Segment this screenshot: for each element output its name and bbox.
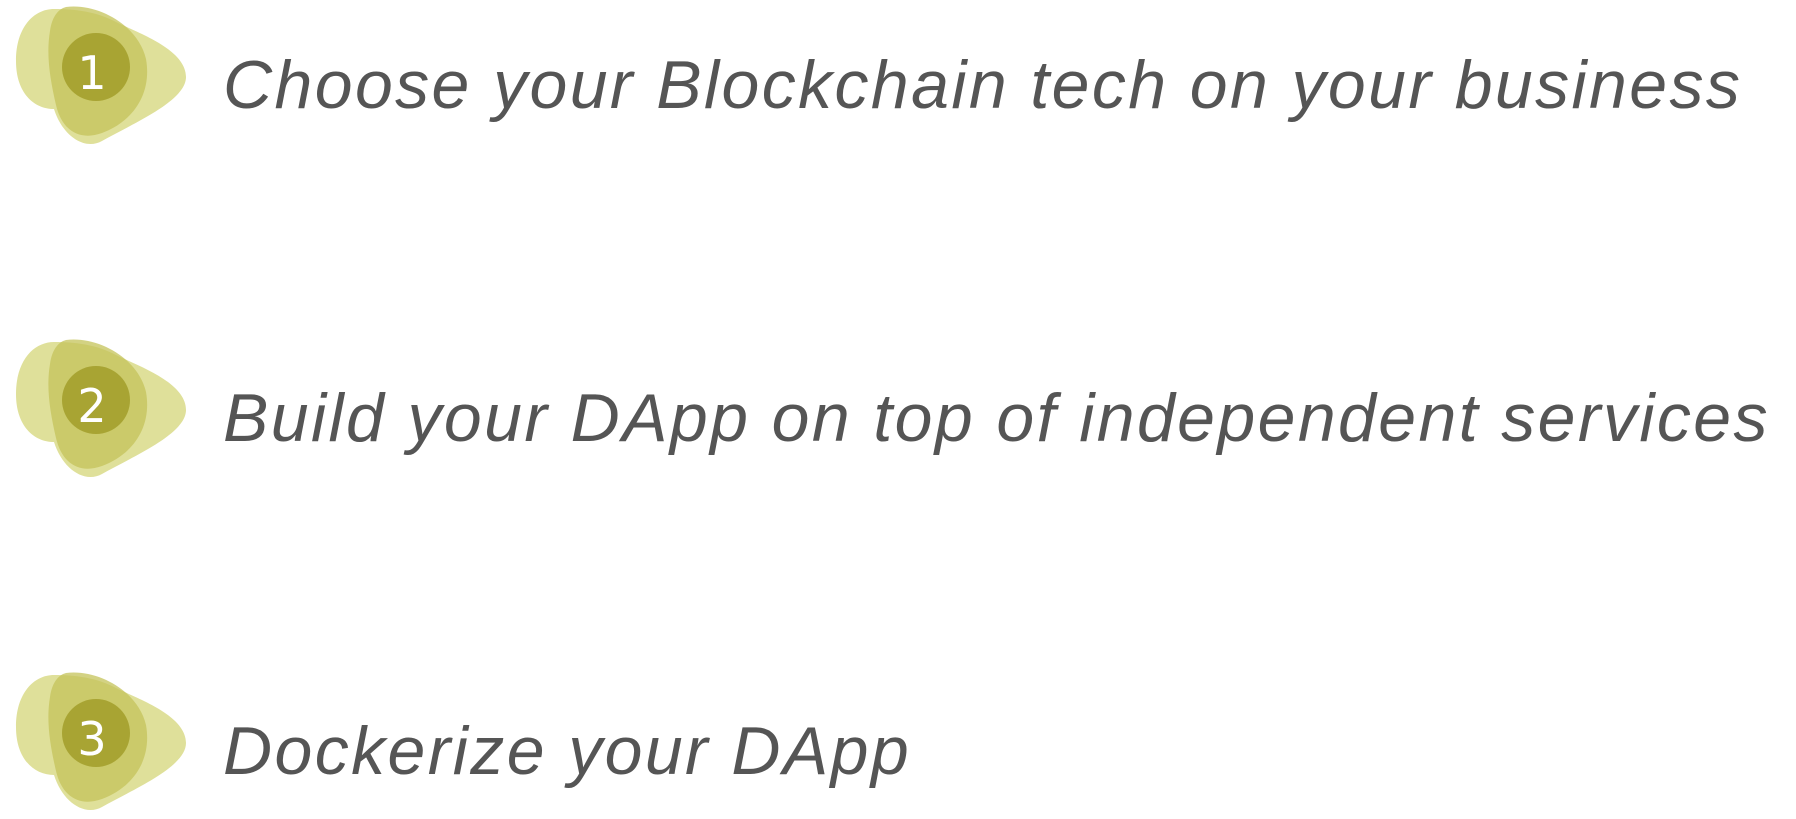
step-number-2: 2 xyxy=(77,379,107,433)
step-text-2: Build your DApp on top of independent se… xyxy=(223,380,1770,456)
step-text-1: Choose your Blockchain tech on your busi… xyxy=(223,47,1743,123)
step-item-3: 3 Dockerize your DApp xyxy=(0,671,1796,811)
step-item-2: 2 Build your DApp on top of independent … xyxy=(0,338,1796,478)
step-number-1: 1 xyxy=(77,46,107,100)
step-text-3: Dockerize your DApp xyxy=(223,713,912,789)
step-badge-3: 3 xyxy=(14,671,190,819)
step-badge-2: 2 xyxy=(14,338,190,486)
step-item-1: 1 Choose your Blockchain tech on your bu… xyxy=(0,5,1796,145)
step-badge-1: 1 xyxy=(14,5,190,153)
step-number-3: 3 xyxy=(77,712,107,766)
